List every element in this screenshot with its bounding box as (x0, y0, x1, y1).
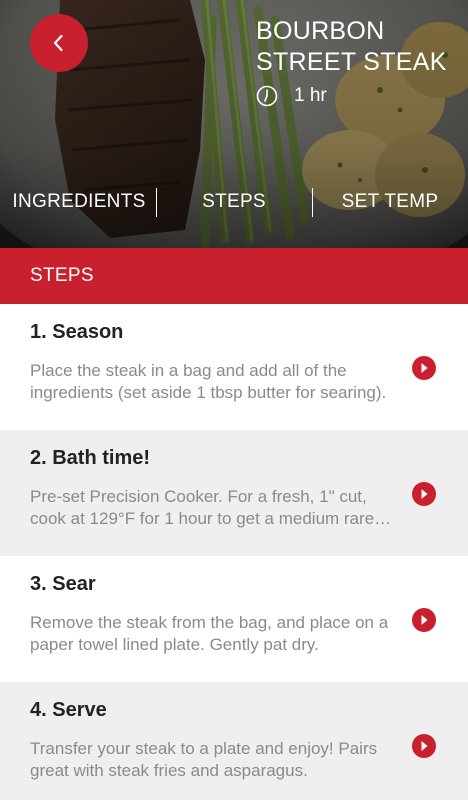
step-item-3[interactable]: 3. Sear Remove the steak from the bag, a… (0, 556, 468, 682)
step-item-2[interactable]: 2. Bath time! Pre-set Precision Cooker. … (0, 430, 468, 556)
recipe-hero: BOURBON STREET STEAK 1 hr INGREDIENTS ST… (0, 0, 468, 248)
step-description: Transfer your steak to a plate and enjoy… (30, 739, 378, 780)
step-title: 3. Sear (30, 573, 96, 595)
tab-steps[interactable]: STEPS (160, 186, 308, 218)
recipe-tabs: INGREDIENTS STEPS SET TEMP (0, 186, 468, 218)
section-header: STEPS (0, 248, 468, 304)
tab-divider (312, 188, 313, 217)
tab-divider (156, 188, 157, 217)
tab-set-temp[interactable]: SET TEMP (318, 186, 462, 218)
chevron-left-icon (53, 34, 63, 52)
recipe-screen: BOURBON STREET STEAK 1 hr INGREDIENTS ST… (0, 0, 468, 800)
play-arrow-icon[interactable] (412, 734, 436, 758)
step-description: Pre-set Precision Cooker. For a fresh, 1… (30, 487, 375, 528)
step-description: Remove the steak from the bag, and place… (30, 613, 389, 654)
clock-icon (256, 85, 278, 107)
section-title: STEPS (30, 265, 94, 286)
play-arrow-icon[interactable] (412, 482, 436, 506)
back-button[interactable] (30, 14, 88, 72)
step-title: 4. Serve (30, 699, 107, 721)
step-title: 2. Bath time! (30, 447, 151, 469)
cook-time: 1 hr (256, 84, 327, 108)
recipe-title: BOURBON STREET STEAK (256, 17, 447, 76)
steps-list: 1. Season Place the steak in a bag and a… (0, 304, 468, 800)
play-arrow-icon[interactable] (412, 356, 436, 380)
tab-ingredients[interactable]: INGREDIENTS (6, 186, 152, 218)
play-arrow-icon[interactable] (412, 608, 436, 632)
step-item-1[interactable]: 1. Season Place the steak in a bag and a… (0, 304, 468, 430)
cook-time-value: 1 hr (294, 85, 327, 106)
step-item-4[interactable]: 4. Serve Transfer your steak to a plate … (0, 682, 468, 800)
step-title: 1. Season (30, 321, 124, 343)
step-description: Place the steak in a bag and add all of … (30, 361, 387, 402)
